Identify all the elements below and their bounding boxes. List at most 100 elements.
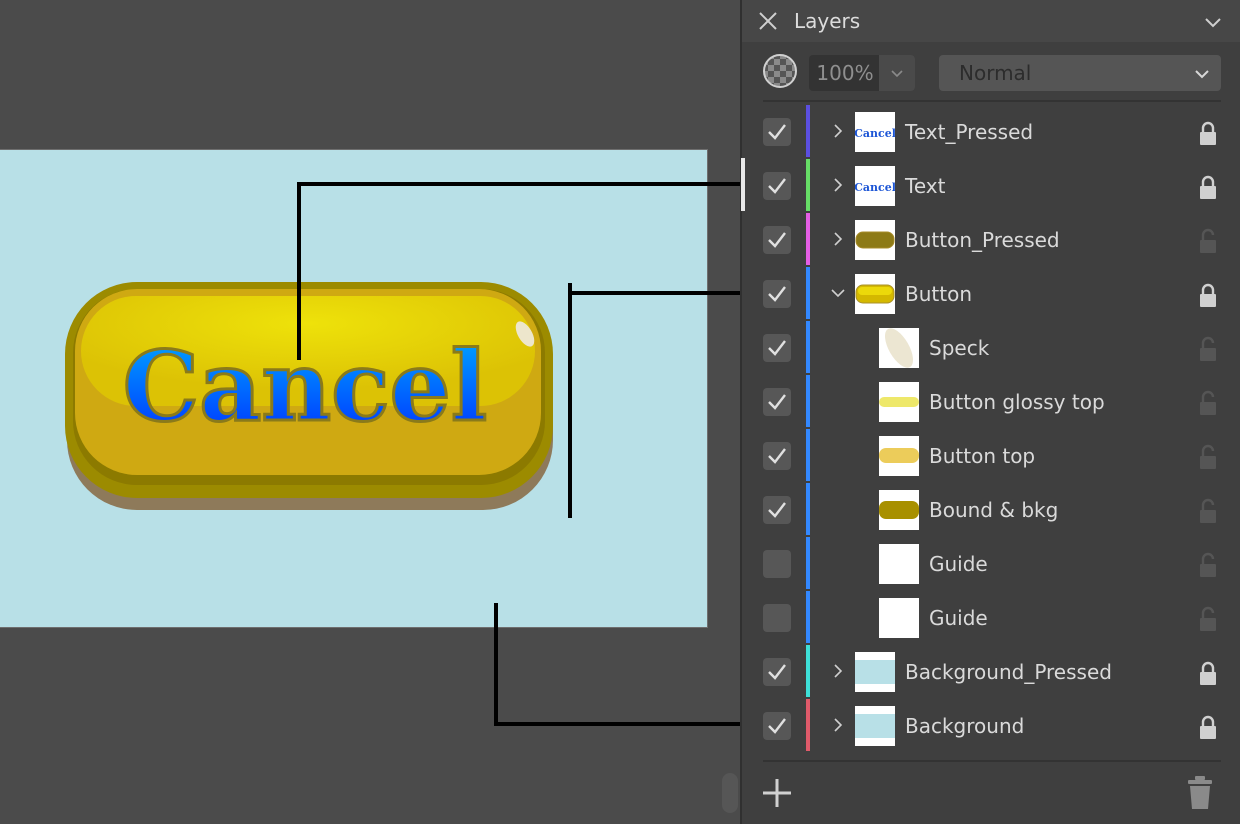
- layer-name: Guide: [929, 606, 988, 630]
- selection-indicator: [741, 158, 745, 211]
- layer-row[interactable]: Cancel Text: [742, 159, 1240, 213]
- svg-text:Cancel: Cancel: [855, 127, 895, 140]
- visibility-checkbox[interactable]: [763, 172, 791, 200]
- connector-line: [494, 722, 752, 726]
- connector-line: [297, 182, 754, 186]
- panel-header: Layers: [742, 0, 1240, 42]
- chevron-right-icon[interactable]: [830, 231, 846, 247]
- layer-name: Button glossy top: [929, 390, 1105, 414]
- lock-icon[interactable]: [1199, 174, 1217, 200]
- layer-color-tag: [806, 483, 810, 535]
- canvas-area[interactable]: Cancel: [0, 0, 754, 824]
- visibility-checkbox[interactable]: [763, 442, 791, 470]
- layer-thumbnail: [855, 652, 895, 692]
- layers-panel: Layers 100% Normal Cancel Text_Pressed Can…: [740, 0, 1240, 824]
- layer-color-tag: [806, 645, 810, 697]
- visibility-checkbox[interactable]: [763, 712, 791, 740]
- layer-name: Background_Pressed: [905, 660, 1112, 684]
- chevron-right-icon[interactable]: [830, 663, 846, 679]
- layer-thumbnail: Cancel: [855, 112, 895, 152]
- checkmark-icon: [768, 340, 786, 356]
- layer-row[interactable]: Button top: [742, 429, 1240, 483]
- layer-thumbnail: [879, 490, 919, 530]
- chevron-down-icon: [1195, 70, 1209, 79]
- layer-color-tag: [806, 375, 810, 427]
- unlock-icon[interactable]: [1199, 444, 1217, 470]
- opacity-field[interactable]: 100%: [809, 55, 915, 91]
- close-icon[interactable]: [758, 11, 778, 31]
- button-label: Cancel: [123, 330, 487, 443]
- chevron-down-icon[interactable]: [1204, 13, 1222, 31]
- layer-row[interactable]: Background_Pressed: [742, 645, 1240, 699]
- visibility-checkbox[interactable]: [763, 658, 791, 686]
- layer-row[interactable]: Button glossy top: [742, 375, 1240, 429]
- layer-row[interactable]: Button_Pressed: [742, 213, 1240, 267]
- checkmark-icon: [768, 502, 786, 518]
- visibility-checkbox[interactable]: [763, 496, 791, 524]
- layer-name: Button_Pressed: [905, 228, 1060, 252]
- checkmark-icon: [768, 448, 786, 464]
- visibility-checkbox[interactable]: [763, 550, 791, 578]
- lock-icon[interactable]: [1199, 714, 1217, 740]
- layer-name: Guide: [929, 552, 988, 576]
- unlock-icon[interactable]: [1199, 498, 1217, 524]
- transparency-icon: [763, 54, 797, 88]
- unlock-icon[interactable]: [1199, 552, 1217, 578]
- chevron-down-icon: [891, 70, 903, 78]
- visibility-checkbox[interactable]: [763, 226, 791, 254]
- layer-color-tag: [806, 429, 810, 481]
- visibility-checkbox[interactable]: [763, 280, 791, 308]
- divider: [763, 760, 1221, 762]
- unlock-icon[interactable]: [1199, 228, 1217, 254]
- layer-thumbnail: [879, 382, 919, 422]
- lock-icon[interactable]: [1199, 120, 1217, 146]
- layer-row[interactable]: Guide: [742, 591, 1240, 645]
- svg-text:Cancel: Cancel: [855, 181, 895, 194]
- layer-name: Button: [905, 282, 972, 306]
- layer-name: Button top: [929, 444, 1036, 468]
- visibility-checkbox[interactable]: [763, 604, 791, 632]
- lock-icon[interactable]: [1199, 282, 1217, 308]
- chevron-right-icon[interactable]: [830, 123, 846, 139]
- blend-mode-select[interactable]: Normal: [939, 55, 1221, 91]
- layer-color-tag: [806, 105, 810, 157]
- connector-line: [568, 291, 754, 295]
- layer-row[interactable]: Cancel Text_Pressed: [742, 105, 1240, 159]
- checkmark-icon: [768, 178, 786, 194]
- layer-thumbnail: [855, 220, 895, 260]
- unlock-icon[interactable]: [1199, 606, 1217, 632]
- checkmark-icon: [768, 232, 786, 248]
- vertical-scrollbar[interactable]: [722, 773, 738, 813]
- chevron-down-icon[interactable]: [830, 285, 846, 301]
- layer-row[interactable]: Guide: [742, 537, 1240, 591]
- checkmark-icon: [768, 286, 786, 302]
- layer-row[interactable]: Button: [742, 267, 1240, 321]
- layer-thumbnail: [855, 706, 895, 746]
- layer-thumbnail: [855, 274, 895, 314]
- divider: [763, 100, 1221, 102]
- visibility-checkbox[interactable]: [763, 334, 791, 362]
- trash-icon[interactable]: [1188, 776, 1212, 810]
- layer-thumbnail: [879, 544, 919, 584]
- opacity-value[interactable]: 100%: [809, 55, 881, 91]
- blend-mode-value: Normal: [959, 61, 1032, 85]
- checkmark-icon: [768, 718, 786, 734]
- chevron-right-icon[interactable]: [830, 717, 846, 733]
- panel-title: Layers: [794, 9, 861, 33]
- unlock-icon[interactable]: [1199, 336, 1217, 362]
- layer-row[interactable]: Speck: [742, 321, 1240, 375]
- cancel-button-artwork[interactable]: Cancel: [65, 282, 555, 512]
- visibility-checkbox[interactable]: [763, 388, 791, 416]
- unlock-icon[interactable]: [1199, 390, 1217, 416]
- layer-row[interactable]: Background: [742, 699, 1240, 753]
- layer-color-tag: [806, 537, 810, 589]
- opacity-dropdown[interactable]: [879, 55, 915, 91]
- layer-color-tag: [806, 591, 810, 643]
- lock-icon[interactable]: [1199, 660, 1217, 686]
- layer-color-tag: [806, 267, 810, 319]
- layer-row[interactable]: Bound & bkg: [742, 483, 1240, 537]
- connector-line: [494, 603, 498, 726]
- add-layer-icon[interactable]: [762, 778, 792, 808]
- visibility-checkbox[interactable]: [763, 118, 791, 146]
- chevron-right-icon[interactable]: [830, 177, 846, 193]
